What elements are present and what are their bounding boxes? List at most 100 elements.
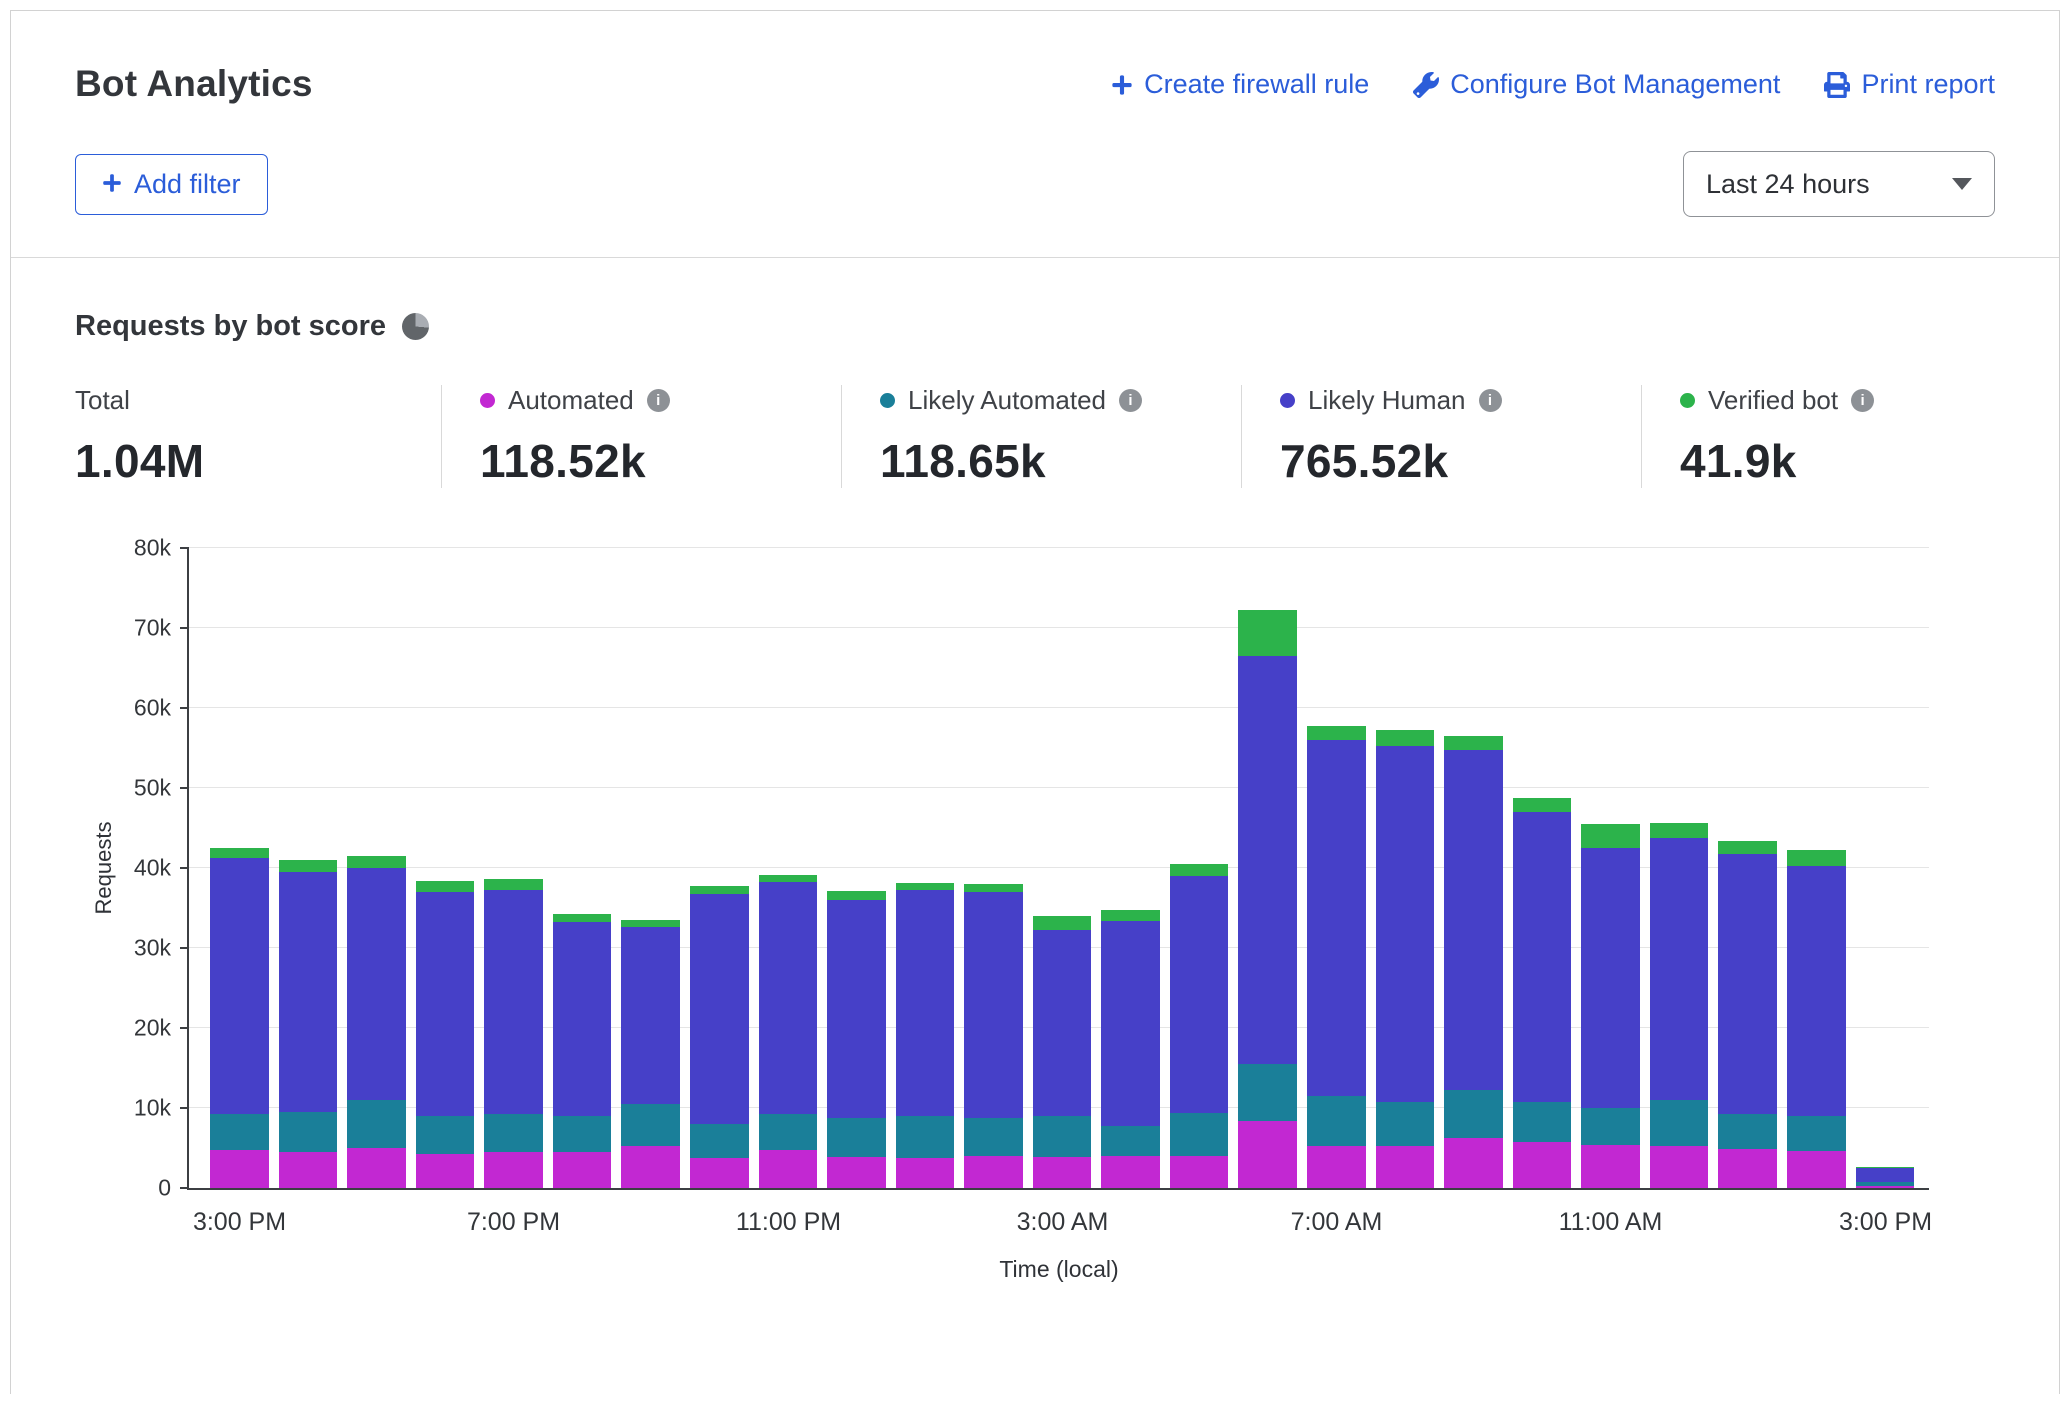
bar-segment-likely-human xyxy=(1513,812,1572,1102)
bar-segment-likely-automated xyxy=(1513,1102,1572,1143)
x-axis-tick-label: 3:00 AM xyxy=(1017,1208,1109,1237)
bar-segment-likely-automated xyxy=(1101,1126,1160,1156)
bar-segment-verified-bot xyxy=(279,860,338,872)
chart-bar[interactable] xyxy=(827,548,886,1188)
bar-segment-automated xyxy=(1238,1121,1297,1188)
bar-segment-verified-bot xyxy=(1170,864,1229,876)
chart-bar[interactable] xyxy=(1856,548,1915,1188)
x-axis-tick-label: 11:00 PM xyxy=(736,1208,841,1237)
bar-segment-automated xyxy=(279,1152,338,1188)
bar-segment-automated xyxy=(964,1156,1023,1188)
bar-segment-automated xyxy=(759,1150,818,1188)
chart-bar[interactable] xyxy=(553,548,612,1188)
bar-segment-likely-human xyxy=(827,900,886,1118)
bar-segment-automated xyxy=(1101,1156,1160,1188)
stat-automated-label: Automated xyxy=(508,385,634,416)
y-axis-title: Requests xyxy=(91,822,117,915)
stat-verified-bot-label: Verified bot xyxy=(1708,385,1838,416)
bar-segment-likely-automated xyxy=(896,1116,955,1158)
bar-segment-automated xyxy=(347,1148,406,1188)
bot-analytics-card: Bot Analytics Create firewall rule Confi… xyxy=(10,10,2060,1394)
chart-bar[interactable] xyxy=(1650,548,1709,1188)
chart-bar[interactable] xyxy=(1101,548,1160,1188)
bar-segment-verified-bot xyxy=(827,891,886,900)
bar-segment-likely-human xyxy=(759,882,818,1113)
bar-segment-automated xyxy=(1307,1146,1366,1188)
y-axis-tick-mark xyxy=(180,1107,189,1109)
bar-segment-automated xyxy=(416,1154,475,1188)
bar-segment-automated xyxy=(896,1158,955,1188)
time-range-select[interactable]: Last 24 hours xyxy=(1683,151,1995,217)
bar-segment-likely-automated xyxy=(279,1112,338,1152)
bar-segment-automated xyxy=(1376,1146,1435,1188)
y-axis-tick-label: 70k xyxy=(134,615,171,642)
info-icon[interactable]: i xyxy=(647,389,670,412)
x-axis-tick-label: 7:00 AM xyxy=(1291,1208,1383,1237)
chart-bar[interactable] xyxy=(1170,548,1229,1188)
bar-segment-verified-bot xyxy=(759,875,818,882)
chart-bar[interactable] xyxy=(759,548,818,1188)
chart-bar[interactable] xyxy=(621,548,680,1188)
bar-segment-likely-automated xyxy=(1718,1114,1777,1149)
chart-bar[interactable] xyxy=(896,548,955,1188)
bar-segment-likely-automated xyxy=(1238,1064,1297,1121)
chart-bar[interactable] xyxy=(1444,548,1503,1188)
chart-bar[interactable] xyxy=(210,548,269,1188)
plus-icon xyxy=(102,169,122,200)
chart-bar[interactable] xyxy=(1238,548,1297,1188)
likely-automated-color-dot xyxy=(880,393,895,408)
chart-bar[interactable] xyxy=(964,548,1023,1188)
bar-segment-likely-automated xyxy=(1033,1116,1092,1157)
bar-segment-verified-bot xyxy=(1444,736,1503,750)
bar-segment-likely-automated xyxy=(1376,1102,1435,1146)
bar-segment-verified-bot xyxy=(1718,841,1777,855)
bar-segment-likely-human xyxy=(1033,930,1092,1116)
add-filter-button[interactable]: Add filter xyxy=(75,154,268,215)
stat-likely-human[interactable]: Likely Human i 765.52k xyxy=(1241,385,1641,488)
create-firewall-rule-link[interactable]: Create firewall rule xyxy=(1111,69,1369,100)
chart-bar[interactable] xyxy=(416,548,475,1188)
stat-verified-bot[interactable]: Verified bot i 41.9k xyxy=(1641,385,2041,488)
y-axis-tick-mark xyxy=(180,1027,189,1029)
bar-segment-likely-automated xyxy=(347,1100,406,1148)
bar-segment-likely-human xyxy=(416,892,475,1116)
bar-segment-verified-bot xyxy=(690,886,749,894)
chart-bar[interactable] xyxy=(1033,548,1092,1188)
chart-bar[interactable] xyxy=(1718,548,1777,1188)
bar-segment-verified-bot xyxy=(1787,850,1846,866)
stat-likely-automated[interactable]: Likely Automated i 118.65k xyxy=(841,385,1241,488)
bar-segment-likely-human xyxy=(1856,1168,1915,1182)
info-icon[interactable]: i xyxy=(1479,389,1502,412)
info-icon[interactable]: i xyxy=(1851,389,1874,412)
y-axis-tick-mark xyxy=(180,627,189,629)
bar-segment-automated xyxy=(1718,1149,1777,1188)
bar-segment-likely-human xyxy=(347,868,406,1100)
bar-segment-automated xyxy=(621,1146,680,1188)
configure-bot-management-link[interactable]: Configure Bot Management xyxy=(1413,69,1780,100)
bar-segment-likely-human xyxy=(1238,656,1297,1064)
chart-bar[interactable] xyxy=(1581,548,1640,1188)
chart-bar[interactable] xyxy=(1513,548,1572,1188)
chart-bar[interactable] xyxy=(484,548,543,1188)
print-report-link[interactable]: Print report xyxy=(1824,69,1995,100)
chart-bar[interactable] xyxy=(1787,548,1846,1188)
bar-segment-likely-human xyxy=(964,892,1023,1118)
chart-bar[interactable] xyxy=(1376,548,1435,1188)
stat-automated[interactable]: Automated i 118.52k xyxy=(441,385,841,488)
bar-segment-verified-bot xyxy=(1307,726,1366,740)
y-axis-tick-label: 40k xyxy=(134,855,171,882)
chart-bar[interactable] xyxy=(347,548,406,1188)
stat-likely-automated-value: 118.65k xyxy=(880,434,1241,488)
x-axis-title: Time (local) xyxy=(999,1256,1118,1283)
chart-bar[interactable] xyxy=(690,548,749,1188)
bar-segment-automated xyxy=(553,1152,612,1188)
bar-segment-likely-human xyxy=(1718,854,1777,1113)
bar-segment-automated xyxy=(1513,1142,1572,1188)
bar-segment-likely-human xyxy=(690,894,749,1124)
wrench-icon xyxy=(1413,72,1439,98)
chart-bar[interactable] xyxy=(1307,548,1366,1188)
info-icon[interactable]: i xyxy=(1119,389,1142,412)
y-axis-tick-label: 10k xyxy=(134,1095,171,1122)
chart-bar[interactable] xyxy=(279,548,338,1188)
bar-segment-likely-automated xyxy=(484,1114,543,1152)
